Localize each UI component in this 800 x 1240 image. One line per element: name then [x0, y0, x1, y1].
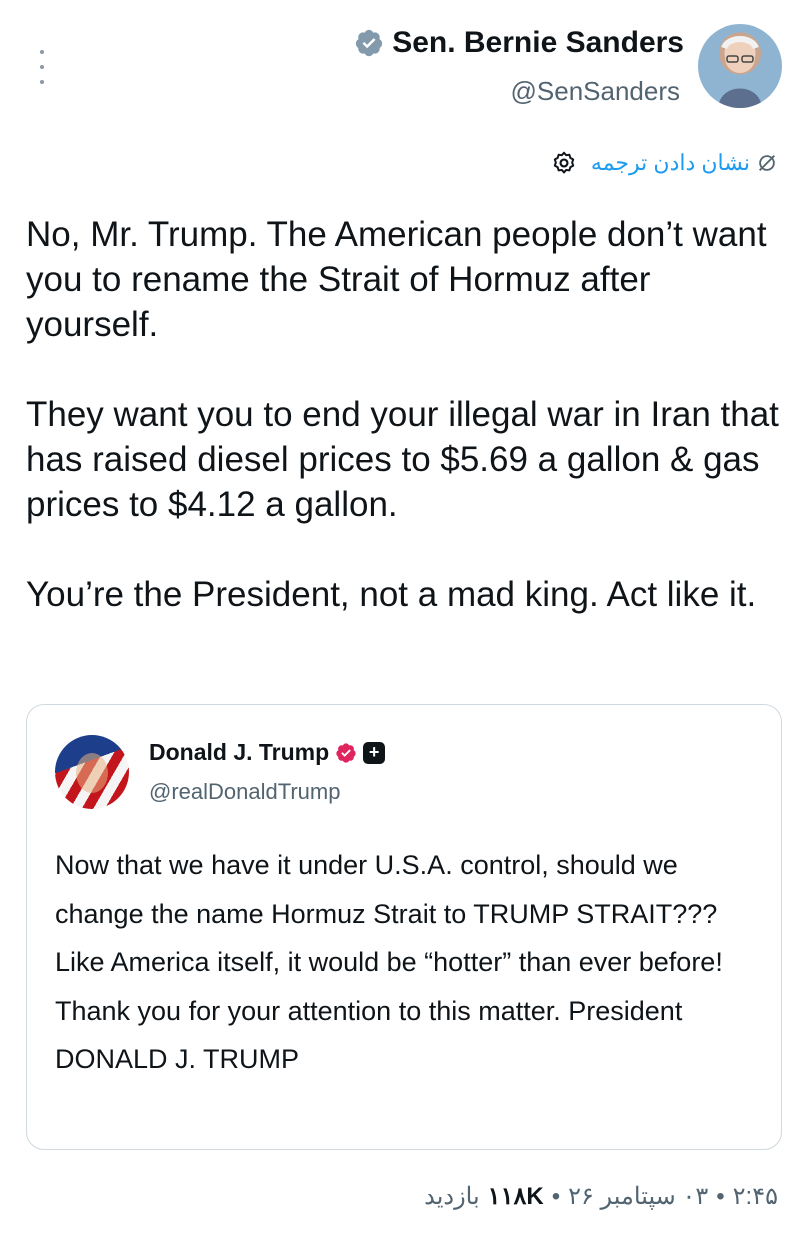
separator: • — [551, 1182, 561, 1210]
author-name-row[interactable]: Sen. Bernie Sanders — [354, 26, 684, 60]
tweet-meta: ۲:۴۵ • ۰۳ سپتامبر ۲۶ • ۱۱۸K بازدید — [424, 1182, 778, 1211]
avatar-portrait — [76, 753, 108, 793]
views-label: بازدید — [424, 1183, 480, 1210]
author-avatar[interactable] — [698, 24, 782, 108]
verified-badge-icon — [356, 29, 383, 57]
tweet-date[interactable]: ۰۳ سپتامبر ۲۶ — [568, 1182, 708, 1211]
quoted-tweet-text: Now that we have it under U.S.A. control… — [55, 850, 723, 1074]
more-options-icon[interactable] — [32, 50, 52, 84]
dot — [40, 50, 44, 54]
views-count: ۱۱۸K — [487, 1183, 544, 1210]
author-name: Sen. Bernie Sanders — [392, 26, 684, 59]
verified-badge-icon — [336, 742, 356, 763]
show-translation-label: نشان دادن ترجمه — [590, 150, 750, 175]
gear-icon[interactable] — [551, 150, 577, 176]
show-translation-link[interactable]: نشان دادن ترجمه — [591, 150, 778, 176]
separator: • — [716, 1182, 725, 1210]
quoted-tweet-card[interactable]: Donald J. Trump + @realDonaldTrump Now t… — [26, 704, 782, 1150]
tweet-paragraph: They want you to end your illegal war in… — [26, 395, 789, 524]
quoted-author-handle[interactable]: @realDonaldTrump — [149, 779, 340, 805]
tweet-paragraph: No, Mr. Trump. The American people don’t… — [26, 215, 777, 344]
no-translate-icon — [759, 155, 775, 171]
tweet-time[interactable]: ۲:۴۵ — [733, 1182, 778, 1211]
tweet-paragraph: You’re the President, not a mad king. Ac… — [26, 575, 757, 614]
dot — [40, 80, 44, 84]
tweet-body: No, Mr. Trump. The American people don’t… — [26, 212, 786, 617]
affiliate-badge-icon: + — [363, 741, 386, 764]
quoted-author-avatar[interactable] — [55, 735, 129, 809]
author-handle[interactable]: @SenSanders — [511, 76, 681, 107]
quoted-author-name: Donald J. Trump — [149, 739, 330, 765]
dot — [40, 65, 44, 69]
avatar-portrait — [718, 36, 762, 108]
translate-row: نشان دادن ترجمه — [551, 150, 778, 176]
quoted-author-name-row[interactable]: Donald J. Trump + — [149, 739, 386, 766]
